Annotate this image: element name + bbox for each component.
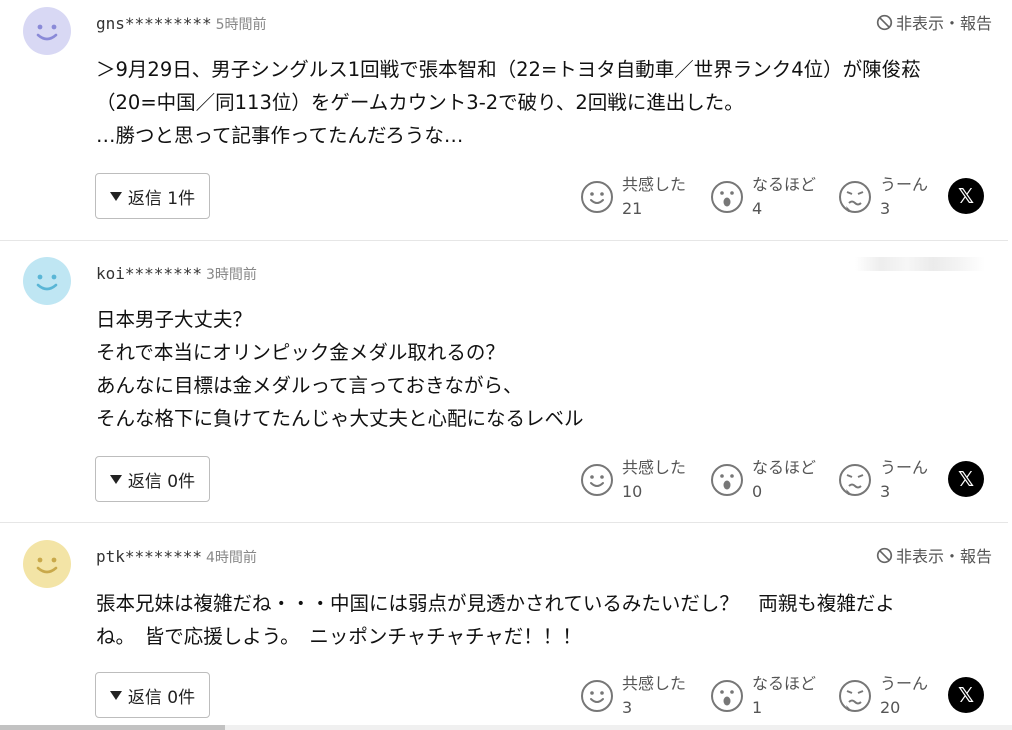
timestamp: 5時間前 bbox=[215, 17, 267, 33]
reaction-label: うーん bbox=[880, 458, 929, 477]
avatar-face-icon bbox=[23, 257, 71, 305]
avatar-face-icon bbox=[23, 7, 71, 55]
comment-item: ptk******** 4時間前 非表示・報告 張本兄妹は複雑だね・・・中国には弱… bbox=[0, 523, 1008, 730]
smile-face-icon bbox=[581, 464, 613, 496]
reaction-bar: 共感した 10 なるほど 0 うーん 3 𝕏 bbox=[580, 456, 990, 504]
confused-face-icon bbox=[839, 464, 871, 496]
reply-toggle-button[interactable]: 返信 0件 bbox=[95, 672, 210, 718]
avatar-face-icon bbox=[23, 540, 71, 588]
block-icon bbox=[876, 14, 893, 30]
reaction-label: なるほど bbox=[752, 674, 817, 693]
reaction-agree-button[interactable]: 共感した 3 bbox=[580, 672, 686, 720]
reaction-count: 0 bbox=[752, 482, 763, 501]
x-logo-icon: 𝕏 bbox=[957, 467, 975, 491]
reaction-bar: 共感した 21 なるほど 4 うーん 3 𝕏 bbox=[580, 173, 990, 221]
comment-item: gns********* 5時間前 非表示・報告 ＞9月29日、男子シングルス1回… bbox=[0, 0, 1008, 240]
reply-label: 返信 1件 bbox=[127, 188, 196, 209]
comment-line: ＞9月29日、男子シングルス1回戦で張本智和（22=トヨタ自動車／世界ランク4位… bbox=[96, 58, 921, 81]
share-x-button[interactable]: 𝕏 bbox=[948, 461, 984, 497]
comment-line: あんなに目標は金メダルって言っておきながら、 bbox=[96, 374, 523, 397]
comment-meta: koi******** 3時間前 bbox=[96, 264, 257, 285]
surprised-face-icon bbox=[711, 680, 743, 712]
triangle-down-icon bbox=[109, 191, 122, 201]
reaction-count: 3 bbox=[622, 698, 633, 717]
comment-meta: gns********* 5時間前 bbox=[96, 14, 267, 35]
scrollbar-thumb[interactable] bbox=[0, 725, 225, 730]
comment-line: それで本当にオリンピック金メダル取れるの？ bbox=[96, 341, 505, 364]
comment-line: …勝つと思って記事作ってたんだろうな… bbox=[96, 124, 464, 147]
reply-label: 返信 0件 bbox=[127, 471, 196, 492]
username[interactable]: gns********* bbox=[96, 14, 212, 33]
reaction-label: 共感した bbox=[622, 458, 687, 477]
hide-report-link[interactable]: 非表示・報告 bbox=[876, 543, 992, 567]
reaction-count: 10 bbox=[622, 482, 643, 501]
surprised-face-icon bbox=[711, 464, 743, 496]
timestamp: 4時間前 bbox=[205, 550, 257, 566]
confused-face-icon bbox=[839, 181, 871, 213]
username[interactable]: ptk******** bbox=[96, 547, 202, 566]
reaction-count: 4 bbox=[752, 199, 763, 218]
confused-face-icon bbox=[839, 680, 871, 712]
triangle-down-icon bbox=[109, 474, 122, 484]
x-logo-icon: 𝕏 bbox=[957, 184, 975, 208]
avatar[interactable] bbox=[23, 257, 71, 305]
comment-line: 日本男子大丈夫？ bbox=[96, 308, 253, 331]
comment-item: koi******** 3時間前 日本男子大丈夫？ それで本当にオリンピック金メダ… bbox=[0, 241, 1008, 522]
reaction-hmm-button[interactable]: うーん 3 bbox=[838, 456, 928, 504]
report-label: 非表示・報告 bbox=[895, 547, 992, 566]
reaction-label: なるほど bbox=[752, 175, 817, 194]
reaction-insight-button[interactable]: なるほど 0 bbox=[710, 456, 816, 504]
reaction-hmm-button[interactable]: うーん 3 bbox=[838, 173, 928, 221]
reaction-bar: 共感した 3 なるほど 1 うーん 20 𝕏 bbox=[580, 672, 990, 720]
surprised-face-icon bbox=[711, 181, 743, 213]
comment-line: ね。 皆で応援しよう。 ニッポンチャチャチャだ！！！ bbox=[96, 625, 582, 648]
blurred-report-link bbox=[855, 257, 985, 271]
comment-body: 張本兄妹は複雑だね・・・中国には弱点が見透かされているみたいだし？ 両親も複雑だ… bbox=[96, 587, 895, 653]
reply-toggle-button[interactable]: 返信 0件 bbox=[95, 456, 210, 502]
reaction-insight-button[interactable]: なるほど 1 bbox=[710, 672, 816, 720]
x-logo-icon: 𝕏 bbox=[957, 683, 975, 707]
smile-face-icon bbox=[581, 680, 613, 712]
reaction-hmm-button[interactable]: うーん 20 bbox=[838, 672, 928, 720]
reaction-count: 20 bbox=[880, 698, 901, 717]
username[interactable]: koi******** bbox=[96, 264, 202, 283]
reaction-count: 3 bbox=[880, 199, 891, 218]
comment-body: ＞9月29日、男子シングルス1回戦で張本智和（22=トヨタ自動車／世界ランク4位… bbox=[96, 53, 921, 152]
reply-label: 返信 0件 bbox=[127, 687, 196, 708]
timestamp: 3時間前 bbox=[205, 267, 257, 283]
avatar[interactable] bbox=[23, 7, 71, 55]
reaction-insight-button[interactable]: なるほど 4 bbox=[710, 173, 816, 221]
reply-toggle-button[interactable]: 返信 1件 bbox=[95, 173, 210, 219]
share-x-button[interactable]: 𝕏 bbox=[948, 677, 984, 713]
reaction-count: 3 bbox=[880, 482, 891, 501]
avatar[interactable] bbox=[23, 540, 71, 588]
hide-report-link[interactable]: 非表示・報告 bbox=[876, 10, 992, 34]
reaction-label: 共感した bbox=[622, 175, 687, 194]
reaction-count: 1 bbox=[752, 698, 763, 717]
comment-meta: ptk******** 4時間前 bbox=[96, 547, 257, 568]
smile-face-icon bbox=[581, 181, 613, 213]
comment-line: （20=中国／同113位）をゲームカウント3-2で破り、2回戦に進出した。 bbox=[96, 91, 744, 114]
reaction-label: 共感した bbox=[622, 674, 687, 693]
reaction-label: うーん bbox=[880, 175, 929, 194]
reaction-agree-button[interactable]: 共感した 21 bbox=[580, 173, 686, 221]
block-icon bbox=[876, 547, 893, 563]
triangle-down-icon bbox=[109, 690, 122, 700]
report-label: 非表示・報告 bbox=[895, 14, 992, 33]
reaction-count: 21 bbox=[622, 199, 643, 218]
comment-line: そんな格下に負けてたんじゃ大丈夫と心配になるレベル bbox=[96, 407, 584, 430]
comment-body: 日本男子大丈夫？ それで本当にオリンピック金メダル取れるの？ あんなに目標は金メ… bbox=[96, 303, 584, 435]
share-x-button[interactable]: 𝕏 bbox=[948, 178, 984, 214]
reaction-label: うーん bbox=[880, 674, 929, 693]
comment-line: 張本兄妹は複雑だね・・・中国には弱点が見透かされているみたいだし？ 両親も複雑だ… bbox=[96, 592, 895, 615]
reaction-agree-button[interactable]: 共感した 10 bbox=[580, 456, 686, 504]
reaction-label: なるほど bbox=[752, 458, 817, 477]
